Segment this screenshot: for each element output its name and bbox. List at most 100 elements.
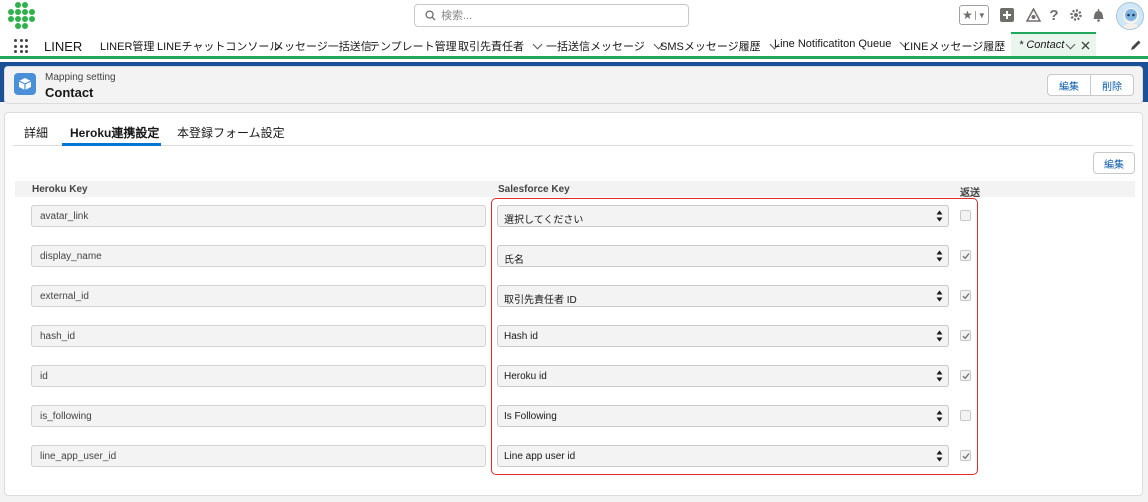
edit-nav-icon[interactable] — [1130, 39, 1142, 51]
send-back-checkbox[interactable] — [960, 330, 971, 341]
heroku-key-field: id — [31, 365, 486, 387]
record-header: Mapping setting Contact 編集 削除 — [4, 66, 1143, 104]
global-actions-button[interactable] — [998, 5, 1016, 25]
heroku-key-field: line_app_user_id — [31, 445, 486, 467]
nav-item-sms-history[interactable]: SMSメッセージ履歴 — [660, 38, 780, 54]
salesforce-key-value: Is Following — [504, 411, 557, 422]
checkmark-icon — [962, 252, 970, 259]
record-actions: 編集 削除 — [1047, 74, 1134, 96]
table-row: is_following Is Following — [15, 405, 1135, 427]
send-back-checkbox[interactable] — [960, 370, 971, 381]
global-header: ★ ▼ ? — [0, 0, 1148, 32]
nav-item-template-admin[interactable]: テンプレート管理 — [369, 38, 457, 54]
notifications-button[interactable] — [1090, 5, 1106, 25]
checkmark-icon — [962, 372, 970, 379]
heroku-key-field: avatar_link — [31, 205, 486, 227]
checkmark-icon — [962, 292, 970, 299]
chevron-down-icon[interactable] — [532, 39, 543, 49]
tab-heroku-settings[interactable]: Heroku連携設定 — [70, 124, 159, 141]
select-arrows-icon — [936, 450, 943, 462]
salesforce-key-select[interactable]: 氏名 — [497, 245, 949, 267]
salesforce-key-value: Hash id — [504, 331, 538, 342]
trailhead-icon — [1025, 8, 1041, 22]
salesforce-key-select[interactable]: 選択してください — [497, 205, 949, 227]
record-title: Contact — [45, 85, 94, 100]
delete-record-button[interactable]: 削除 — [1090, 75, 1133, 95]
select-arrows-icon — [936, 210, 943, 222]
add-icon — [1000, 8, 1014, 22]
nav-item-bulk-message-send[interactable]: メッセージ一括送信 — [273, 38, 372, 54]
salesforce-key-value: 選択してください — [504, 215, 584, 226]
main-card: 詳細 Heroku連携設定 本登録フォーム設定 編集 Heroku Key Sa… — [4, 112, 1143, 496]
table-row: external_id 取引先責任者 ID — [15, 285, 1135, 307]
setup-button[interactable] — [1068, 5, 1084, 25]
notification-bell-icon — [1092, 9, 1104, 22]
star-icon: ★ — [962, 8, 973, 22]
table-row: avatar_link 選択してください — [15, 205, 1135, 227]
tab-details[interactable]: 詳細 — [24, 124, 48, 141]
nav-item-line-message-history[interactable]: LINEメッセージ履歴 — [904, 38, 1024, 54]
select-arrows-icon — [936, 410, 943, 422]
salesforce-key-value: Heroku id — [504, 371, 547, 382]
salesforce-key-select[interactable]: Line app user id — [497, 445, 949, 467]
app-name: LINER — [44, 39, 83, 54]
tab-registration-form-settings[interactable]: 本登録フォーム設定 — [177, 124, 285, 141]
nav-item-bulk-messages[interactable]: 一括送信メッセージ — [546, 38, 664, 54]
nav-item-line-chat-console[interactable]: LINEチャットコンソール — [157, 38, 280, 54]
send-back-checkbox[interactable] — [960, 290, 971, 301]
heroku-key-field: display_name — [31, 245, 486, 267]
select-arrows-icon — [936, 250, 943, 262]
active-tab-indicator — [62, 143, 161, 146]
help-icon: ? — [1049, 6, 1059, 24]
nav-item-line-notification-queue[interactable]: Line Notificatiton Queue — [774, 37, 910, 50]
send-back-checkbox[interactable] — [960, 210, 971, 221]
close-icon[interactable] — [1081, 41, 1090, 50]
nav-item-liner-admin[interactable]: LINER管理 — [100, 38, 154, 54]
global-search[interactable] — [414, 4, 689, 27]
nav-item-contacts[interactable]: 取引先責任者 — [458, 38, 543, 54]
table-row: hash_id Hash id — [15, 325, 1135, 347]
avatar[interactable] — [1116, 2, 1144, 30]
send-back-checkbox[interactable] — [960, 450, 971, 461]
salesforce-key-select[interactable]: Hash id — [497, 325, 949, 347]
table-row: display_name 氏名 — [15, 245, 1135, 267]
select-arrows-icon — [936, 290, 943, 302]
column-header-send-back: 返送 — [960, 188, 980, 199]
record-type-label: Mapping setting — [45, 72, 116, 83]
send-back-checkbox[interactable] — [960, 410, 971, 421]
table-header: Heroku Key Salesforce Key 返送 — [15, 181, 1135, 199]
edit-record-button[interactable]: 編集 — [1048, 75, 1090, 95]
salesforce-key-select[interactable]: 取引先責任者 ID — [497, 285, 949, 307]
settings-icon — [1070, 9, 1082, 21]
org-logo[interactable] — [8, 2, 36, 30]
app-launcher-icon[interactable] — [14, 39, 28, 53]
cube-icon — [14, 73, 36, 95]
heroku-key-field: is_following — [31, 405, 486, 427]
table-row: line_app_user_id Line app user id — [15, 445, 1135, 467]
column-header-salesforce-key: Salesforce Key — [498, 184, 570, 195]
heroku-key-field: hash_id — [31, 325, 486, 347]
checkmark-icon — [962, 452, 970, 459]
chevron-down-icon[interactable] — [1065, 39, 1076, 50]
help-button[interactable]: ? — [1046, 5, 1062, 25]
salesforce-key-value: Line app user id — [504, 451, 576, 462]
checkmark-icon — [962, 332, 970, 339]
favorites-button[interactable]: ★ ▼ — [959, 5, 989, 25]
salesforce-key-select[interactable]: Heroku id — [497, 365, 949, 387]
edit-mapping-button[interactable]: 編集 — [1093, 152, 1135, 174]
search-input[interactable] — [441, 7, 681, 24]
user-avatar-icon — [1123, 8, 1139, 29]
nav-tab-label: * Contact — [1019, 39, 1065, 51]
select-arrows-icon — [936, 330, 943, 342]
chevron-down-icon: ▼ — [974, 10, 986, 20]
salesforce-key-value: 氏名 — [504, 255, 524, 266]
app-nav-bar: LINER LINER管理 LINEチャットコンソール メッセージ一括送信 テン… — [0, 32, 1148, 59]
table-row: id Heroku id — [15, 365, 1135, 387]
select-arrows-icon — [936, 370, 943, 382]
trailhead-button[interactable] — [1024, 5, 1042, 25]
nav-tab-contact[interactable]: * Contact — [1011, 32, 1096, 56]
send-back-checkbox[interactable] — [960, 250, 971, 261]
salesforce-key-select[interactable]: Is Following — [497, 405, 949, 427]
search-icon — [425, 10, 436, 21]
salesforce-key-value: 取引先責任者 ID — [504, 295, 577, 306]
